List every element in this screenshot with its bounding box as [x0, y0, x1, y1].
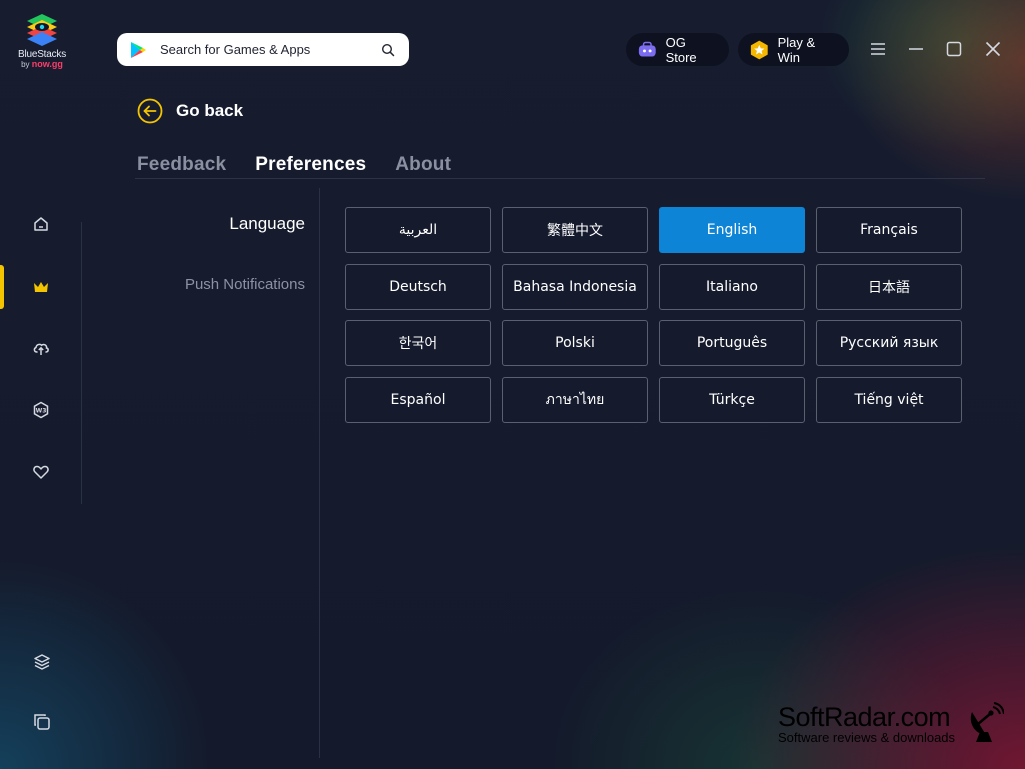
sidebar-item-web3[interactable]: W3: [0, 388, 82, 432]
og-store-icon: [638, 41, 656, 57]
app-window: BlueStacks by now.gg Search for Games & …: [0, 0, 1025, 769]
sidebar-item-favorites[interactable]: [0, 450, 82, 494]
menu-button[interactable]: [867, 38, 889, 60]
web3-icon: W3: [33, 401, 49, 419]
hamburger-menu-icon: [871, 43, 885, 55]
tab-about[interactable]: About: [395, 154, 451, 176]
language-option-spanish[interactable]: Español: [345, 376, 491, 423]
preferences-nav: Language Push Notifications: [140, 214, 305, 293]
sidebar-item-home[interactable]: [0, 202, 82, 246]
language-option-portuguese[interactable]: Português: [659, 320, 805, 366]
language-option-korean[interactable]: 한국어: [345, 320, 491, 366]
language-option-polish[interactable]: Polski: [502, 320, 648, 366]
play-win-label: Play & Win: [777, 34, 816, 65]
brand-nowgg: now.gg: [31, 59, 63, 69]
star-coin-icon: [750, 40, 768, 59]
language-option-indonesian[interactable]: Bahasa Indonesia: [502, 263, 648, 310]
language-option-arabic[interactable]: العربية: [345, 207, 491, 253]
home-icon: [34, 217, 48, 231]
language-option-english[interactable]: English: [659, 207, 805, 253]
language-option-traditional-chinese[interactable]: 繁體中文: [502, 207, 648, 253]
layers-icon[interactable]: [32, 652, 52, 672]
google-play-icon: [131, 41, 146, 58]
softradar-watermark: SoftRadar.com Software reviews & downloa…: [778, 702, 1018, 752]
language-option-japanese[interactable]: 日本語: [816, 263, 962, 310]
search-bar[interactable]: Search for Games & Apps: [117, 33, 409, 66]
language-option-vietnamese[interactable]: Tiếng việt: [816, 376, 962, 423]
nav-push-notifications[interactable]: Push Notifications: [140, 276, 305, 293]
cloud-upload-icon: [33, 343, 49, 355]
play-win-button[interactable]: Play & Win: [738, 33, 849, 66]
multi-instance-icon[interactable]: [32, 712, 52, 732]
sidebar-active-indicator: [0, 265, 4, 309]
svg-text:W3: W3: [36, 407, 47, 414]
language-option-thai[interactable]: ภาษาไทย: [502, 376, 648, 423]
settings-tabs: Feedback Preferences About: [137, 154, 480, 176]
go-back-button[interactable]: Go back: [137, 98, 243, 124]
sidebar-item-cloud[interactable]: [0, 326, 82, 370]
language-option-russian[interactable]: Русский язык: [816, 320, 962, 366]
language-option-turkish[interactable]: Türkçe: [659, 376, 805, 423]
brand-by: by now.gg: [12, 59, 72, 69]
maximize-button[interactable]: [943, 38, 965, 60]
heart-icon: [33, 465, 49, 479]
brand-by-text: by: [21, 60, 30, 69]
content-divider: [319, 188, 320, 758]
sidebar-divider: [81, 222, 82, 504]
search-icon[interactable]: [381, 43, 395, 57]
tabs-divider: [135, 178, 985, 179]
og-store-button[interactable]: OG Store: [626, 33, 729, 66]
tab-preferences[interactable]: Preferences: [255, 154, 366, 176]
language-grid: العربية 繁體中文 English Français Deutsch Ba…: [345, 207, 962, 423]
language-option-german[interactable]: Deutsch: [345, 263, 491, 310]
minimize-icon: [909, 48, 923, 50]
bluestacks-logo[interactable]: BlueStacks by now.gg: [12, 12, 72, 74]
sidebar-item-premium[interactable]: [0, 265, 82, 309]
close-icon: [985, 41, 1001, 57]
arrow-left-circle-icon: [137, 98, 163, 124]
go-back-label: Go back: [176, 101, 244, 120]
maximize-icon: [946, 41, 962, 57]
og-store-label: OG Store: [665, 34, 697, 65]
language-option-french[interactable]: Français: [816, 207, 962, 253]
language-option-italian[interactable]: Italiano: [659, 263, 805, 310]
bluestacks-logo-icon: [24, 12, 60, 48]
search-input[interactable]: Search for Games & Apps: [160, 42, 381, 57]
sidebar: W3: [0, 190, 82, 510]
nav-language[interactable]: Language: [140, 214, 305, 234]
minimize-button[interactable]: [905, 38, 927, 60]
tab-feedback[interactable]: Feedback: [137, 154, 226, 176]
close-button[interactable]: [982, 38, 1004, 60]
satellite-dish-icon: [970, 702, 1004, 742]
crown-icon: [34, 282, 48, 292]
